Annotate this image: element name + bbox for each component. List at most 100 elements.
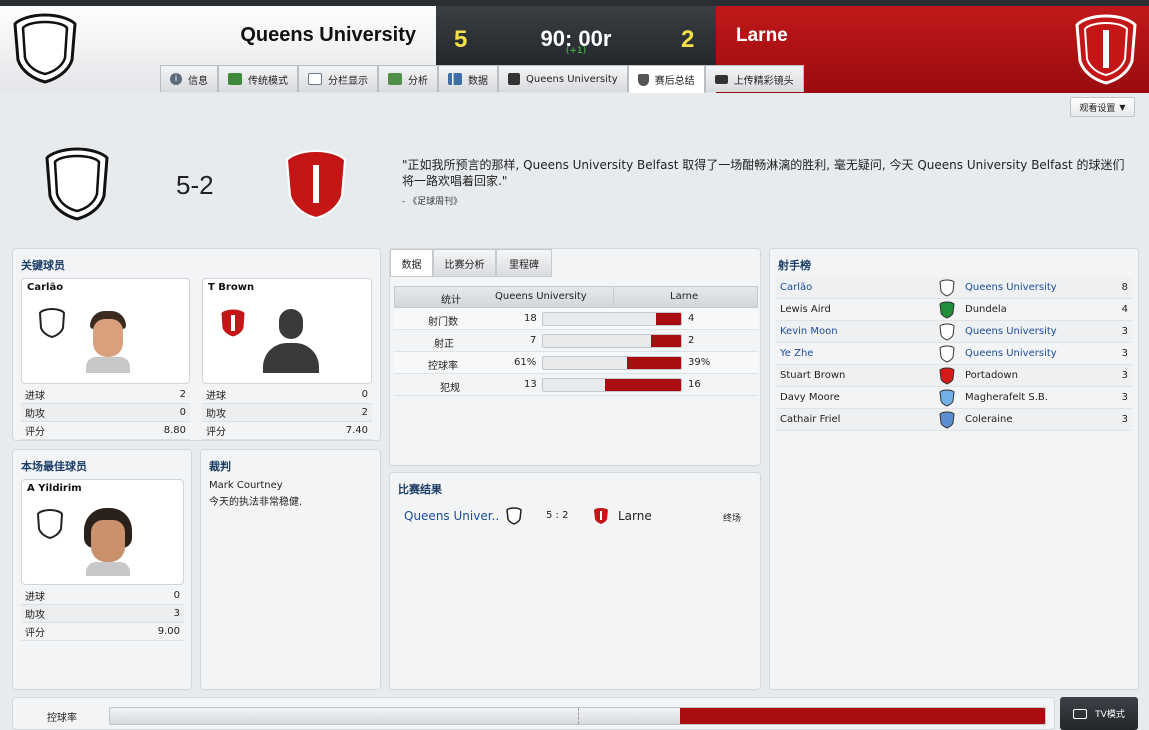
stat-bar: [542, 334, 682, 348]
tv-mode-button[interactable]: TV模式: [1060, 697, 1138, 730]
scorer-goals: 4: [1121, 304, 1128, 315]
home-crest-icon: [36, 508, 64, 540]
stat-row: 射正 7 2: [394, 330, 758, 352]
scorer-name: Cathair Friel: [780, 414, 841, 425]
possession-bar: 控球率: [12, 697, 1055, 730]
referee-title: 裁判: [209, 460, 231, 473]
scorer-name: Stuart Brown: [780, 370, 846, 381]
watch-settings-dropdown[interactable]: 观看设置 ▼: [1070, 97, 1135, 117]
away-crest-icon: [594, 508, 608, 524]
club-crest-icon: [939, 410, 955, 429]
bar-chart-icon: [448, 73, 462, 85]
tab-stats-data[interactable]: 数据: [390, 249, 433, 277]
scorer-club[interactable]: Queens University: [965, 282, 1122, 293]
scorer-goals: 3: [1121, 370, 1128, 381]
club-crest-icon: [939, 300, 955, 319]
tab-match-summary[interactable]: 赛后总结: [627, 65, 705, 93]
scorer-name[interactable]: Ye Zhe: [776, 348, 939, 359]
tab-analysis[interactable]: 分析: [378, 65, 438, 92]
result-score: 5 : 2: [546, 510, 569, 521]
stats-panel: 数据 比赛分析 里程碑 统计 Queens University Larne 射…: [389, 248, 761, 466]
home-crest-large-icon: [45, 147, 109, 221]
result-away-team: Larne: [618, 509, 652, 523]
scorer-row: Carlão Queens University 8: [776, 277, 1132, 299]
scorer-goals: 3: [1121, 348, 1128, 359]
match-tabs: i 信息 传统模式 分栏显示 分析 数据 Queens University 赛后…: [160, 65, 804, 93]
scorer-name[interactable]: Kevin Moon: [776, 326, 939, 337]
key-players-panel: 关键球员 Carlão T Brown 进球 2 助攻 0 评分 8.80 进球 0 助…: [12, 248, 381, 441]
scorer-row: Davy Moore Magherafelt S.B. 3: [776, 387, 1132, 409]
result-panel: 比赛结果 Queens Univer.. 5 : 2 Larne 终场: [389, 472, 761, 690]
quote-source: - 《足球周刊》: [402, 197, 463, 207]
result-title: 比赛结果: [398, 483, 442, 496]
possession-midline: [577, 708, 579, 724]
stat-bar: [542, 356, 682, 370]
away-goals: 2: [681, 26, 695, 53]
player-face-photo: [82, 508, 134, 576]
tab-team[interactable]: Queens University: [498, 65, 628, 92]
stats-header: 统计 Queens University Larne: [394, 286, 758, 308]
away-crest-icon: [1075, 14, 1137, 85]
tab-split[interactable]: 分栏显示: [298, 65, 378, 92]
analysis-icon: [388, 73, 402, 85]
chevron-down-icon: ▼: [1119, 102, 1126, 112]
scorer-goals: 8: [1121, 282, 1128, 293]
result-home-team-link[interactable]: Queens Univer..: [404, 509, 499, 523]
scorer-club[interactable]: Queens University: [965, 326, 1122, 337]
club-crest-icon: [939, 388, 955, 407]
result-status: 终场: [723, 514, 742, 524]
final-score: 5-2: [176, 170, 214, 200]
key-players-title: 关键球员: [21, 259, 65, 272]
pitch-icon: [228, 73, 242, 85]
stat-bar-fill: [605, 379, 681, 391]
tab-match-analysis[interactable]: 比赛分析: [433, 249, 496, 277]
scoreboard: 5 90: 00r (+1) 2: [436, 6, 716, 65]
referee-panel: 裁判 Mark Courtney 今天的执法非常稳健.: [200, 449, 381, 690]
stat-bar: [542, 312, 682, 326]
top-scorers-title: 射手榜: [778, 259, 811, 272]
scorer-goals: 3: [1121, 392, 1128, 403]
player-face-photo: [86, 311, 130, 373]
tab-milestones[interactable]: 里程碑: [496, 249, 552, 277]
possession-track: [109, 707, 1046, 725]
away-crest-icon: [220, 308, 246, 338]
motm-title: 本场最佳球员: [21, 460, 87, 473]
scorer-name: Davy Moore: [780, 392, 840, 403]
club-crest-icon: [939, 366, 955, 385]
club-crest-icon: [939, 278, 955, 297]
home-crest-icon: [506, 507, 522, 525]
stat-bar: [542, 378, 682, 392]
player-card[interactable]: T Brown: [202, 278, 372, 384]
scorer-name[interactable]: Carlão: [776, 282, 939, 293]
player-card[interactable]: A Yildirim: [21, 479, 184, 585]
tab-upload-highlights[interactable]: 上传精彩镜头: [704, 65, 804, 92]
stat-row: 控球率 61% 39%: [394, 352, 758, 374]
tab-stats[interactable]: 数据: [438, 65, 498, 92]
stat-row: 射门数 18 4: [394, 308, 758, 330]
home-crest-icon: [38, 307, 66, 339]
away-team-name: Larne: [736, 25, 788, 46]
club-crest-icon: [939, 322, 955, 341]
added-time: (+1): [565, 46, 587, 56]
scorer-goals: 3: [1121, 326, 1128, 337]
tab-classic[interactable]: 传统模式: [218, 65, 298, 92]
club-crest-icon: [939, 344, 955, 363]
info-icon: i: [170, 73, 182, 85]
camera-icon: [714, 74, 728, 84]
possession-away-fill: [680, 708, 1045, 724]
referee-name: Mark Courtney: [209, 480, 283, 491]
split-view-icon: [308, 73, 322, 85]
scorer-row: Lewis Aird Dundela 4: [776, 299, 1132, 321]
stat-row: 犯规 13 16: [394, 374, 758, 396]
stat-bar-fill: [650, 335, 681, 347]
player-card[interactable]: Carlão: [21, 278, 190, 384]
tab-info[interactable]: i 信息: [160, 65, 218, 92]
scorer-club: Magherafelt S.B.: [965, 392, 1048, 403]
away-crest-large-icon: [285, 149, 347, 220]
scorer-name: Lewis Aird: [780, 304, 831, 315]
dice-icon: [508, 73, 520, 85]
press-quote: "正如我所预言的那样, Queens University Belfast 取得…: [402, 158, 1125, 188]
scorer-row: Stuart Brown Portadown 3: [776, 365, 1132, 387]
scorer-club[interactable]: Queens University: [965, 348, 1122, 359]
scorer-club: Coleraine: [965, 414, 1013, 425]
